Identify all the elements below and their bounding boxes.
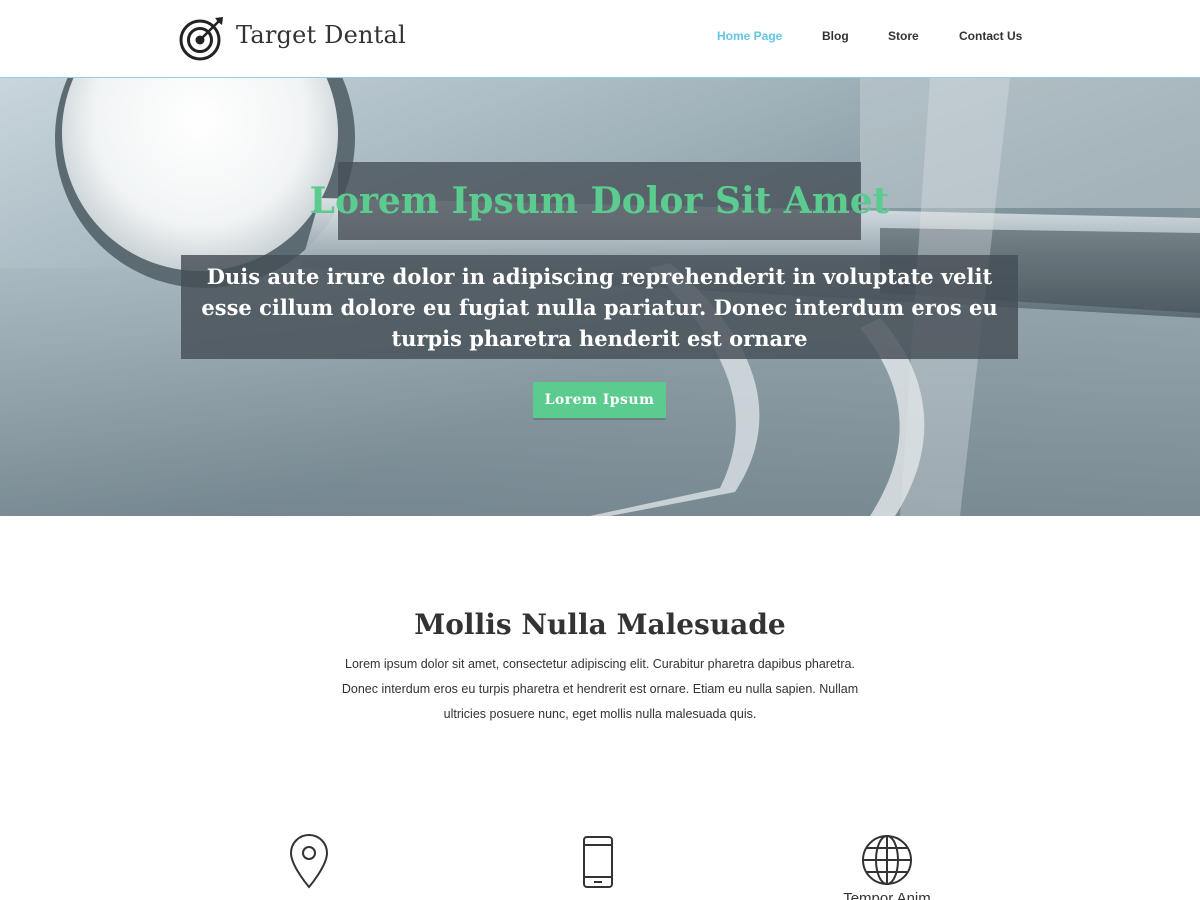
nav-blog[interactable]: Blog: [822, 29, 849, 43]
map-pin-icon: [289, 833, 329, 896]
nav-contact-us[interactable]: Contact Us: [959, 29, 1022, 43]
section-text: Lorem ipsum dolor sit amet, consectetur …: [341, 657, 859, 721]
nav-home-page[interactable]: Home Page: [717, 29, 782, 43]
nav-store[interactable]: Store: [888, 29, 919, 43]
hero-title-box: Lorem Ipsum Dolor Sit Amet: [310, 162, 889, 240]
section-title: Mollis Nulla Malesuade: [414, 608, 786, 641]
hero-cta-button[interactable]: Lorem Ipsum: [533, 382, 666, 418]
hero-subtitle: Duis aute irure dolor in adipiscing repr…: [201, 263, 998, 351]
site-header: Target Dental Home Page Blog Store Conta…: [0, 0, 1200, 78]
main-nav: Home Page Blog Store Contact Us: [0, 29, 1200, 49]
hero-title: Lorem Ipsum Dolor Sit Amet: [309, 180, 890, 222]
mobile-phone-icon: [580, 833, 616, 896]
globe-icon: [860, 833, 914, 892]
hero-subtitle-box: Duis aute irure dolor in adipiscing repr…: [181, 255, 1018, 359]
hero-banner: Lorem Ipsum Dolor Sit Amet Duis aute iru…: [0, 78, 1200, 516]
feature-label: Tempor Anim: [843, 890, 931, 900]
